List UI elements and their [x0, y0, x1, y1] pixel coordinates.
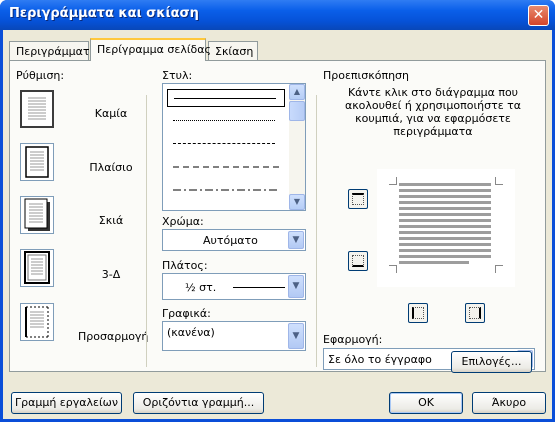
- preview-hint: Κάντε κλικ στο διάγραμμα που ακολουθεί ή…: [344, 86, 522, 138]
- page-3d-icon: [24, 251, 50, 284]
- style-small-dash-item[interactable]: [167, 135, 285, 153]
- scroll-thumb[interactable]: [289, 101, 305, 121]
- art-label: Γραφικά:: [162, 307, 211, 320]
- tab-panel: Ρύθμιση: Καμία Πλαίσιο Σκιά 3-Δ Προσαρμο…: [9, 60, 546, 372]
- preview-text-line: [399, 243, 491, 246]
- page-box-icon: [25, 146, 49, 178]
- solid-line: [174, 98, 276, 99]
- tab-page-border[interactable]: Περίγραμμα σελίδας: [90, 38, 211, 61]
- style-dash-dot-item[interactable]: [167, 181, 285, 199]
- preview-text-line: [399, 195, 491, 198]
- width-sample-line: [233, 287, 285, 288]
- style-scrollbar[interactable]: ▲ ▼: [289, 84, 305, 210]
- page-shadow-icon: [24, 198, 50, 231]
- corner-mark: [495, 265, 503, 273]
- preview-text-line: [399, 183, 491, 186]
- width-combo[interactable]: ½ στ. ▼: [162, 273, 306, 300]
- page-custom-icon: [25, 306, 49, 338]
- setting-custom-button[interactable]: [20, 303, 54, 341]
- bottom-border-button[interactable]: [348, 251, 368, 271]
- setting-label: Ρύθμιση:: [16, 69, 65, 82]
- right-border-icon: [469, 307, 481, 319]
- style-label: Στυλ:: [162, 69, 193, 82]
- left-border-icon: [412, 307, 424, 319]
- setting-box-button[interactable]: [20, 143, 54, 181]
- tab-shading[interactable]: Σκίαση: [208, 41, 258, 60]
- corner-mark: [389, 177, 397, 185]
- scroll-down-button[interactable]: ▼: [289, 194, 305, 210]
- preview-text-line: [399, 255, 491, 258]
- setting-shadow-label[interactable]: Σκιά: [78, 214, 144, 227]
- style-dotted-item[interactable]: [167, 112, 285, 130]
- preview-text-line: [399, 207, 491, 210]
- separator-left: [146, 95, 147, 367]
- corner-mark: [495, 177, 503, 185]
- setting-none-button[interactable]: [20, 90, 54, 128]
- bottom-border-icon: [352, 255, 364, 267]
- small-dash-line: [173, 143, 275, 144]
- preview-text-line: [399, 261, 469, 264]
- chevron-down-icon[interactable]: ▼: [288, 275, 304, 298]
- preview-text-line: [399, 219, 491, 222]
- art-combo[interactable]: (κανένα) ▼: [162, 321, 306, 351]
- page-none-icon: [28, 97, 46, 120]
- dialog-title: Περιγράμματα και σκίαση: [9, 6, 199, 21]
- width-label: Πλάτος:: [162, 259, 208, 272]
- style-solid-item[interactable]: [167, 89, 285, 107]
- top-border-icon: [352, 193, 364, 205]
- setting-custom-label[interactable]: Προσαρμογή: [78, 330, 148, 343]
- setting-3d-label[interactable]: 3-Δ: [78, 268, 144, 281]
- top-border-button[interactable]: [348, 189, 368, 209]
- color-combo[interactable]: Αυτόματο ▼: [162, 229, 306, 251]
- cancel-button[interactable]: Άκυρο: [472, 392, 546, 414]
- close-button[interactable]: ✕: [528, 5, 549, 26]
- style-listbox[interactable]: ▲ ▼: [162, 83, 306, 211]
- style-dash-item[interactable]: [167, 158, 285, 176]
- left-border-button[interactable]: [408, 303, 428, 323]
- toolbar-button[interactable]: Γραμμή εργαλείων: [11, 392, 122, 414]
- setting-shadow-button[interactable]: [20, 196, 54, 234]
- chevron-down-icon[interactable]: ▼: [288, 231, 304, 249]
- dotted-line: [173, 120, 275, 121]
- preview-text-line: [399, 249, 491, 252]
- setting-3d-button[interactable]: [20, 249, 54, 287]
- chevron-down-icon[interactable]: ▼: [288, 323, 304, 349]
- right-border-button[interactable]: [465, 303, 485, 323]
- preview-diagram[interactable]: [377, 169, 515, 287]
- setting-none-label[interactable]: Καμία: [78, 107, 144, 120]
- options-button[interactable]: Επιλογές...: [451, 351, 532, 373]
- corner-mark: [389, 265, 397, 273]
- title-bar[interactable]: Περιγράμματα και σκίαση ✕: [0, 0, 555, 30]
- apply-value: Σε όλο το έγγραφο: [328, 353, 432, 366]
- preview-text-line: [399, 189, 491, 192]
- apply-label: Εφαρμογή:: [323, 333, 383, 346]
- preview-text-line: [399, 237, 491, 240]
- horizontal-line-button[interactable]: Οριζόντια γραμμή...: [133, 392, 264, 414]
- preview-text-line: [399, 225, 491, 228]
- scroll-up-button[interactable]: ▲: [289, 84, 305, 100]
- tab-borders[interactable]: Περιγράμματα: [9, 41, 97, 60]
- setting-box-label[interactable]: Πλαίσιο: [78, 161, 144, 174]
- preview-text-line: [399, 213, 491, 216]
- dash-line: [173, 166, 279, 168]
- dash-dot-line: [173, 189, 279, 191]
- preview-text-line: [399, 201, 491, 204]
- art-value: (κανένα): [167, 326, 215, 339]
- color-value: Αυτόματο: [203, 234, 258, 247]
- dialog-client: Περιγράμματα Περίγραμμα σελίδας Σκίαση Ρ…: [3, 30, 552, 419]
- color-label: Χρώμα:: [162, 215, 204, 228]
- preview-label: Προεπισκόπηση: [323, 69, 409, 82]
- preview-text-line: [399, 231, 491, 234]
- dialog-window: Περιγράμματα και σκίαση ✕ Περιγράμματα Π…: [0, 0, 555, 422]
- ok-button[interactable]: OK: [389, 392, 463, 414]
- width-value: ½ στ.: [185, 281, 217, 294]
- separator-right: [316, 95, 317, 367]
